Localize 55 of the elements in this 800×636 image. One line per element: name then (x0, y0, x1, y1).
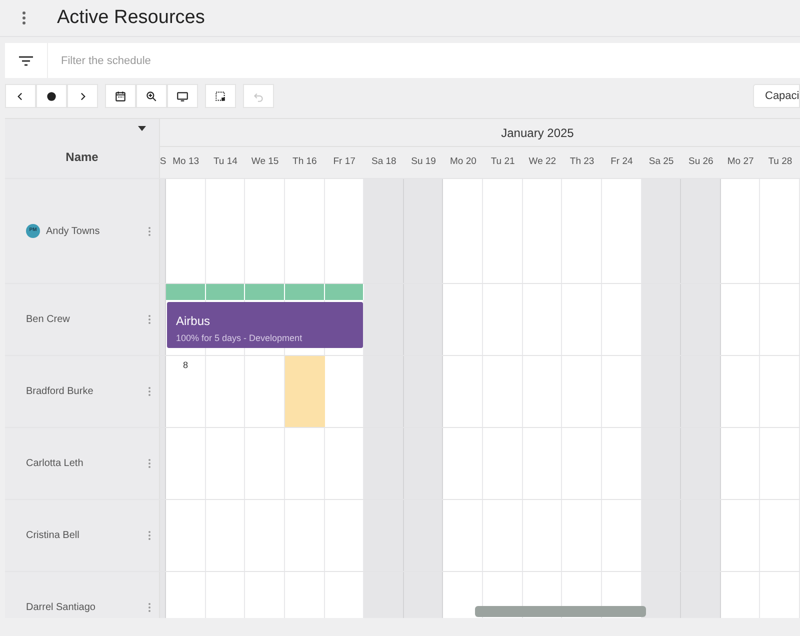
day-label: Mo 20 (448, 155, 478, 170)
day-label: Su 26 (688, 155, 714, 170)
day-label: We 15 (250, 155, 280, 170)
more-icon[interactable] (148, 459, 151, 468)
day-label: Th 23 (568, 155, 596, 170)
zoom-button[interactable] (136, 84, 167, 108)
day-label: Mo 13 (172, 155, 200, 170)
event-bar[interactable]: Airbus 100% for 5 days - Development (167, 302, 364, 348)
calendar-button[interactable] (105, 84, 136, 108)
day-label: Fr 24 (610, 155, 634, 170)
more-icon[interactable] (148, 226, 151, 236)
capacity-button[interactable]: Capaci (753, 84, 800, 108)
day-label: Sa 18 (370, 155, 398, 170)
selection-icon (214, 90, 227, 102)
utilization-bar (206, 284, 246, 300)
more-icon[interactable] (21, 11, 27, 25)
month-label: January 2025 (501, 124, 574, 142)
more-icon[interactable] (148, 315, 151, 324)
select-button[interactable] (205, 84, 236, 108)
resource-name: Bradford Burke (26, 385, 94, 399)
resource-name: Cristina Bell (26, 529, 80, 543)
column-heading: Name (66, 149, 98, 166)
monitor-icon (176, 90, 189, 102)
resource-name: Carlotta Leth (26, 457, 84, 471)
day-label: Su 19 (410, 155, 437, 170)
day-label: We 22 (528, 155, 558, 170)
hour-count: 8 (183, 359, 188, 372)
calendar-icon (114, 90, 127, 102)
page-title: Active Resources (57, 6, 205, 30)
today-button[interactable] (36, 84, 67, 108)
day-label: Tu 14 (212, 155, 238, 170)
zoom-in-icon (145, 90, 158, 102)
resource-name: Darrel Santiago (26, 601, 96, 615)
more-icon[interactable] (148, 387, 151, 396)
caret-icon[interactable] (138, 126, 146, 131)
resource-name: Andy Towns (46, 224, 101, 238)
day-label: Tu 21 (490, 155, 516, 170)
resource-name: Ben Crew (26, 313, 71, 327)
day-label: Tu 28 (767, 155, 794, 170)
event-title: Airbus (176, 313, 212, 330)
name-column-header[interactable]: Name (5, 119, 160, 178)
more-icon[interactable] (148, 603, 151, 612)
utilization-bar (324, 284, 364, 300)
display-button[interactable] (167, 84, 198, 108)
day-label: S (160, 155, 166, 170)
filter-icon (19, 56, 33, 66)
more-icon[interactable] (148, 531, 151, 540)
dot-icon (45, 90, 58, 102)
event-details: 100% for 5 days - Development (176, 332, 304, 345)
day-label: Mo 27 (726, 155, 755, 170)
scrollbar-thumb[interactable] (475, 606, 646, 617)
day-label: Th 16 (292, 155, 318, 170)
highlight-block (284, 356, 324, 427)
day-label: Fr 17 (332, 155, 356, 170)
day-label: Sa 25 (648, 155, 675, 170)
